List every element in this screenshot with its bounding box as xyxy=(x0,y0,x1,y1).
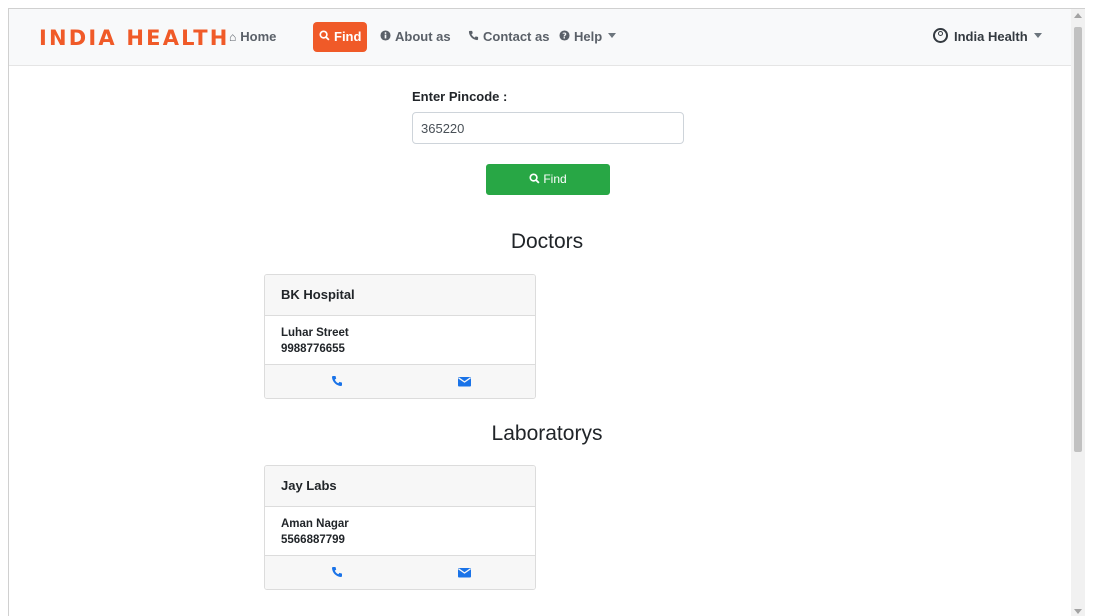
laboratory-card: Jay Labs Aman Nagar 5566887799 xyxy=(264,465,536,590)
search-icon xyxy=(319,22,330,52)
card-address: Aman Nagar xyxy=(281,518,349,530)
card-phone-number: 5566887799 xyxy=(281,534,345,546)
card-title: BK Hospital xyxy=(265,275,535,316)
question-icon: ? xyxy=(559,22,570,52)
nav-about-label: About as xyxy=(395,29,451,44)
phone-icon[interactable] xyxy=(331,374,343,392)
nav-about[interactable]: About as xyxy=(380,22,451,52)
nav-help[interactable]: ? Help xyxy=(559,22,617,52)
nav-contact[interactable]: Contact as xyxy=(468,22,549,52)
envelope-icon[interactable] xyxy=(458,374,471,392)
nav-contact-label: Contact as xyxy=(483,29,550,44)
scroll-down-arrow-icon[interactable] xyxy=(1074,609,1082,614)
laboratories-heading: Laboratorys xyxy=(491,422,603,445)
nav-home-label: Home xyxy=(240,29,277,44)
scroll-thumb[interactable] xyxy=(1074,27,1082,452)
scroll-up-arrow-icon[interactable] xyxy=(1074,13,1082,18)
search-icon xyxy=(529,173,540,184)
user-menu-label: India Health xyxy=(954,29,1028,44)
user-circle-icon xyxy=(933,28,948,43)
chevron-down-icon xyxy=(1033,33,1042,39)
find-button-label: Find xyxy=(543,172,567,186)
phone-icon xyxy=(468,22,479,52)
brand-logo[interactable]: INDIA HEALTH xyxy=(39,26,230,50)
card-body: Aman Nagar 5566887799 xyxy=(265,507,535,555)
card-footer xyxy=(265,364,535,398)
browser-viewport: INDIA HEALTH ⌂ Home Find About as Contact… xyxy=(8,8,1085,616)
card-address: Luhar Street xyxy=(281,327,349,339)
card-footer xyxy=(265,555,535,589)
info-icon xyxy=(380,22,391,52)
chevron-down-icon xyxy=(608,33,617,39)
navbar: INDIA HEALTH ⌂ Home Find About as Contact… xyxy=(9,9,1085,66)
nav-find[interactable]: Find xyxy=(313,22,368,52)
pincode-label: Enter Pincode : xyxy=(412,89,508,104)
nav-home[interactable]: ⌂ Home xyxy=(229,22,276,52)
phone-icon[interactable] xyxy=(331,565,343,583)
user-menu[interactable]: India Health xyxy=(933,22,1042,52)
pincode-input[interactable] xyxy=(412,112,684,144)
card-title: Jay Labs xyxy=(265,466,535,507)
nav-find-label: Find xyxy=(334,29,362,44)
card-phone-number: 9988776655 xyxy=(281,343,345,355)
envelope-icon[interactable] xyxy=(458,565,471,583)
find-button[interactable]: Find xyxy=(486,164,610,195)
home-icon: ⌂ xyxy=(229,30,237,44)
vertical-scrollbar[interactable] xyxy=(1071,9,1085,616)
doctor-card: BK Hospital Luhar Street 9988776655 xyxy=(264,274,536,399)
card-body: Luhar Street 9988776655 xyxy=(265,316,535,364)
doctors-heading: Doctors xyxy=(510,230,584,253)
nav-help-label: Help xyxy=(574,29,603,44)
svg-text:?: ? xyxy=(562,31,567,40)
